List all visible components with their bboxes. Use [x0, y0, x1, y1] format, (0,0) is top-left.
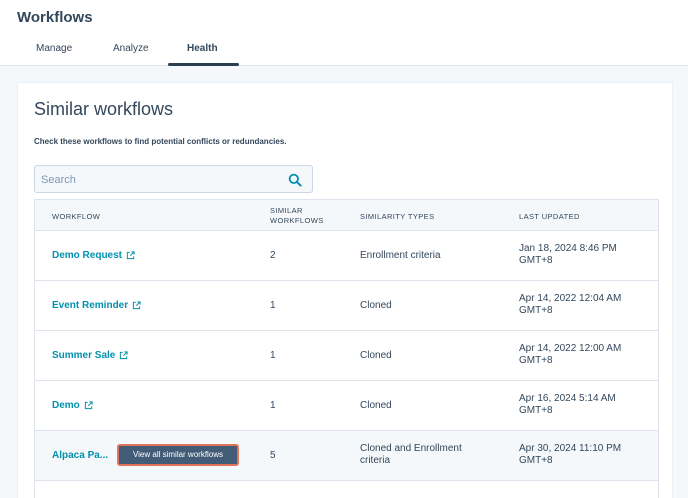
similarity-type-cont: criteria: [360, 455, 391, 466]
last-updated-tz: GMT+8: [519, 405, 553, 416]
table-row: Summer Sale 1 Cloned Apr 14, 2022 12:00 …: [35, 331, 658, 381]
view-all-similar-workflows-button[interactable]: View all similar workflows: [117, 444, 239, 466]
header-similar-line1[interactable]: SIMILAR: [270, 206, 303, 215]
workflow-name[interactable]: Event Reminder: [52, 300, 128, 311]
external-link-icon[interactable]: [132, 301, 141, 310]
workflow-link[interactable]: Demo Request: [52, 250, 135, 261]
last-updated-tz: GMT+8: [519, 305, 553, 316]
workflow-name[interactable]: Alpaca Pa...: [52, 450, 108, 461]
card-title: Similar workflows: [34, 99, 174, 119]
table-row: Alpaca Pa... View all similar workflows …: [35, 431, 658, 481]
external-link-icon[interactable]: [119, 351, 128, 360]
similarity-type: Cloned: [360, 400, 392, 411]
workflow-name[interactable]: Demo: [52, 400, 80, 411]
similar-count: 1: [270, 400, 276, 411]
page-title: Workflows: [17, 9, 93, 26]
similarity-type: Cloned: [360, 350, 392, 361]
workflow-name[interactable]: Summer Sale: [52, 350, 115, 361]
external-link-icon[interactable]: [126, 251, 135, 260]
last-updated-tz: GMT+8: [519, 355, 553, 366]
workflow-link[interactable]: Demo: [52, 400, 93, 411]
similarity-type: Enrollment criteria: [360, 250, 441, 261]
external-link-icon[interactable]: [84, 401, 93, 410]
table-row: Demo 1 Cloned Apr 16, 2024 5:14 AM GMT+8: [35, 381, 658, 431]
card-subtitle: Check these workflows to find potential …: [34, 137, 287, 146]
header-workflow[interactable]: WORKFLOW: [52, 212, 100, 221]
similar-count: 1: [270, 300, 276, 311]
last-updated-tz: GMT+8: [519, 255, 553, 266]
similar-count: 5: [270, 450, 276, 461]
similarity-type: Cloned and Enrollment: [360, 443, 462, 454]
tab-analyze[interactable]: Analyze: [113, 43, 149, 54]
similarity-type: Cloned: [360, 300, 392, 311]
table-row: Demo Request 2 Enrollment criteria Jan 1…: [35, 231, 658, 281]
workflow-link[interactable]: Summer Sale: [52, 350, 128, 361]
workflow-link[interactable]: Alpaca Pa...: [52, 450, 108, 461]
last-updated-date: Jan 18, 2024 8:46 PM: [519, 243, 617, 254]
similar-workflows-card: Similar workflows Check these workflows …: [17, 82, 673, 498]
workflow-name[interactable]: Demo Request: [52, 250, 122, 261]
workflow-link[interactable]: Event Reminder: [52, 300, 141, 311]
search-box: [34, 165, 313, 193]
table-row: Event Reminder 1 Cloned Apr 14, 2022 12:…: [35, 281, 658, 331]
header-similarity-types[interactable]: SIMILARITY TYPES: [360, 212, 434, 221]
top-header: Workflows Manage Analyze Health: [0, 0, 688, 66]
tab-manage[interactable]: Manage: [36, 43, 72, 54]
header-similar-line2[interactable]: WORKFLOWS: [270, 216, 324, 225]
active-tab-indicator: [168, 63, 239, 66]
tab-health[interactable]: Health: [187, 43, 218, 54]
last-updated-date: Apr 14, 2022 12:04 AM: [519, 293, 622, 304]
search-icon[interactable]: [288, 173, 302, 187]
table-header: WORKFLOW SIMILAR WORKFLOWS SIMILARITY TY…: [35, 200, 658, 231]
similar-count: 1: [270, 350, 276, 361]
workflows-table: WORKFLOW SIMILAR WORKFLOWS SIMILARITY TY…: [34, 199, 659, 498]
last-updated-tz: GMT+8: [519, 455, 553, 466]
last-updated-date: Apr 30, 2024 11:10 PM: [519, 443, 622, 454]
similar-count: 2: [270, 250, 276, 261]
last-updated-date: Apr 14, 2022 12:00 AM: [519, 343, 622, 354]
last-updated-date: Apr 16, 2024 5:14 AM: [519, 393, 616, 404]
search-input[interactable]: [41, 172, 271, 188]
header-last-updated[interactable]: LAST UPDATED: [519, 212, 580, 221]
